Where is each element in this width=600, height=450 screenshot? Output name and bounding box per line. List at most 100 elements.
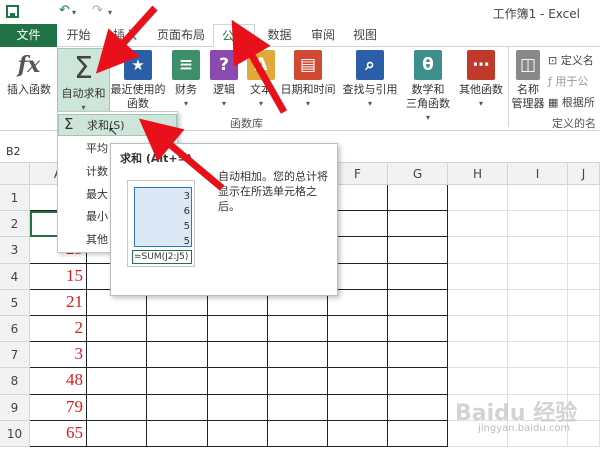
name-box[interactable]: B2 <box>6 145 21 158</box>
more-functions-button[interactable]: ⋯ 其他函数 ▾ <box>456 50 506 111</box>
cell-h3[interactable] <box>448 237 508 264</box>
cell-g5[interactable] <box>388 289 448 316</box>
logical-button[interactable]: ? 逻辑 ▾ <box>206 50 242 111</box>
cell-b8[interactable] <box>87 368 147 395</box>
cell-e10[interactable] <box>268 420 328 447</box>
undo-icon[interactable]: ↶ <box>59 3 70 18</box>
lookup-button[interactable]: ⌕ 查找与引用 ▾ <box>340 50 400 111</box>
cell-h4[interactable] <box>448 263 508 290</box>
cell-d9[interactable] <box>208 394 268 421</box>
cell-i7[interactable] <box>508 342 568 369</box>
cell-j3[interactable] <box>568 237 600 264</box>
cell-c7[interactable] <box>147 342 208 369</box>
row-header-2[interactable]: 2 <box>0 211 30 238</box>
cell-j2[interactable] <box>568 211 600 238</box>
use-in-formula-button[interactable]: ƒ 用于公 <box>548 73 588 89</box>
cell-h7[interactable] <box>448 342 508 369</box>
row-header-5[interactable]: 5 <box>0 289 30 316</box>
cell-b6[interactable] <box>87 316 147 343</box>
cell-g7[interactable] <box>388 342 448 369</box>
cell-j7[interactable] <box>568 342 600 369</box>
cell-e6[interactable] <box>268 316 328 343</box>
undo-dropdown-icon[interactable]: ▾ <box>72 8 76 17</box>
financial-button[interactable]: ≡ 财务 ▾ <box>168 50 204 111</box>
tab-file[interactable]: 文件 <box>0 24 57 47</box>
tab-review[interactable]: 审阅 <box>302 24 344 47</box>
cell-h5[interactable] <box>448 289 508 316</box>
cell-j1[interactable] <box>568 185 600 212</box>
cell-h6[interactable] <box>448 316 508 343</box>
cell-e7[interactable] <box>268 342 328 369</box>
cell-d8[interactable] <box>208 368 268 395</box>
datetime-button[interactable]: ▤ 日期和时间 ▾ <box>278 50 338 111</box>
row-header-1[interactable]: 1 <box>0 185 30 212</box>
row-header-10[interactable]: 10 <box>0 420 30 447</box>
cell-d6[interactable] <box>208 316 268 343</box>
cell-d7[interactable] <box>208 342 268 369</box>
cell-e8[interactable] <box>268 368 328 395</box>
cell-f10[interactable] <box>328 420 388 447</box>
cell-c10[interactable] <box>147 420 208 447</box>
column-header-i[interactable]: I <box>508 163 568 185</box>
cell-i3[interactable] <box>508 237 568 264</box>
cell-g1[interactable] <box>388 185 448 212</box>
tab-data[interactable]: 数据 <box>257 24 302 47</box>
tab-home[interactable]: 开始 <box>57 24 100 47</box>
math-trig-button[interactable]: θ 数学和 三角函数 ▾ <box>400 50 456 125</box>
cell-b7[interactable] <box>87 342 147 369</box>
cell-b10[interactable] <box>87 420 147 447</box>
cell-g6[interactable] <box>388 316 448 343</box>
tab-formulas[interactable]: 公式 <box>213 24 255 48</box>
save-icon[interactable] <box>6 5 19 18</box>
name-manager-button[interactable]: ◫ 名称 管理器 <box>510 50 546 111</box>
cell-i4[interactable] <box>508 263 568 290</box>
text-button[interactable]: A 文本 ▾ <box>244 50 278 111</box>
column-header-h[interactable]: H <box>448 163 508 185</box>
cell-f7[interactable] <box>328 342 388 369</box>
define-name-button[interactable]: ⊡ 定义名 <box>548 52 594 68</box>
cell-i5[interactable] <box>508 289 568 316</box>
row-header-7[interactable]: 7 <box>0 342 30 369</box>
row-header-3[interactable]: 3 <box>0 237 30 264</box>
cell-g10[interactable] <box>388 420 448 447</box>
cell-c8[interactable] <box>147 368 208 395</box>
cell-g3[interactable] <box>388 237 448 264</box>
cell-h8[interactable] <box>448 368 508 395</box>
cell-i1[interactable] <box>508 185 568 212</box>
insert-function-button[interactable]: fx 插入函数 <box>4 50 54 97</box>
cell-j8[interactable] <box>568 368 600 395</box>
cell-g4[interactable] <box>388 263 448 290</box>
cell-j5[interactable] <box>568 289 600 316</box>
row-header-6[interactable]: 6 <box>0 316 30 343</box>
row-header-4[interactable]: 4 <box>0 263 30 290</box>
cell-i8[interactable] <box>508 368 568 395</box>
cell-g2[interactable] <box>388 211 448 238</box>
select-all-corner[interactable] <box>0 163 30 185</box>
cell-g9[interactable] <box>388 394 448 421</box>
tab-insert[interactable]: 插入 <box>100 24 150 47</box>
cell-i2[interactable] <box>508 211 568 238</box>
cell-g8[interactable] <box>388 368 448 395</box>
create-from-selection-button[interactable]: ▦ 根据所 <box>548 94 595 110</box>
row-header-8[interactable]: 8 <box>0 368 30 395</box>
column-header-j[interactable]: J <box>568 163 600 185</box>
cell-c9[interactable] <box>147 394 208 421</box>
cell-f9[interactable] <box>328 394 388 421</box>
cell-f8[interactable] <box>328 368 388 395</box>
cell-d10[interactable] <box>208 420 268 447</box>
cell-h2[interactable] <box>448 211 508 238</box>
column-header-g[interactable]: G <box>388 163 448 185</box>
customize-qat-icon[interactable]: ▾ <box>108 8 112 17</box>
cell-i6[interactable] <box>508 316 568 343</box>
tab-page-layout[interactable]: 页面布局 <box>150 24 212 47</box>
cell-h1[interactable] <box>448 185 508 212</box>
redo-icon[interactable]: ↷ <box>92 3 103 18</box>
cell-b9[interactable] <box>87 394 147 421</box>
cell-c6[interactable] <box>147 316 208 343</box>
cell-f6[interactable] <box>328 316 388 343</box>
tab-view[interactable]: 视图 <box>344 24 386 47</box>
cell-e9[interactable] <box>268 394 328 421</box>
row-header-9[interactable]: 9 <box>0 394 30 421</box>
cell-j6[interactable] <box>568 316 600 343</box>
cell-j4[interactable] <box>568 263 600 290</box>
